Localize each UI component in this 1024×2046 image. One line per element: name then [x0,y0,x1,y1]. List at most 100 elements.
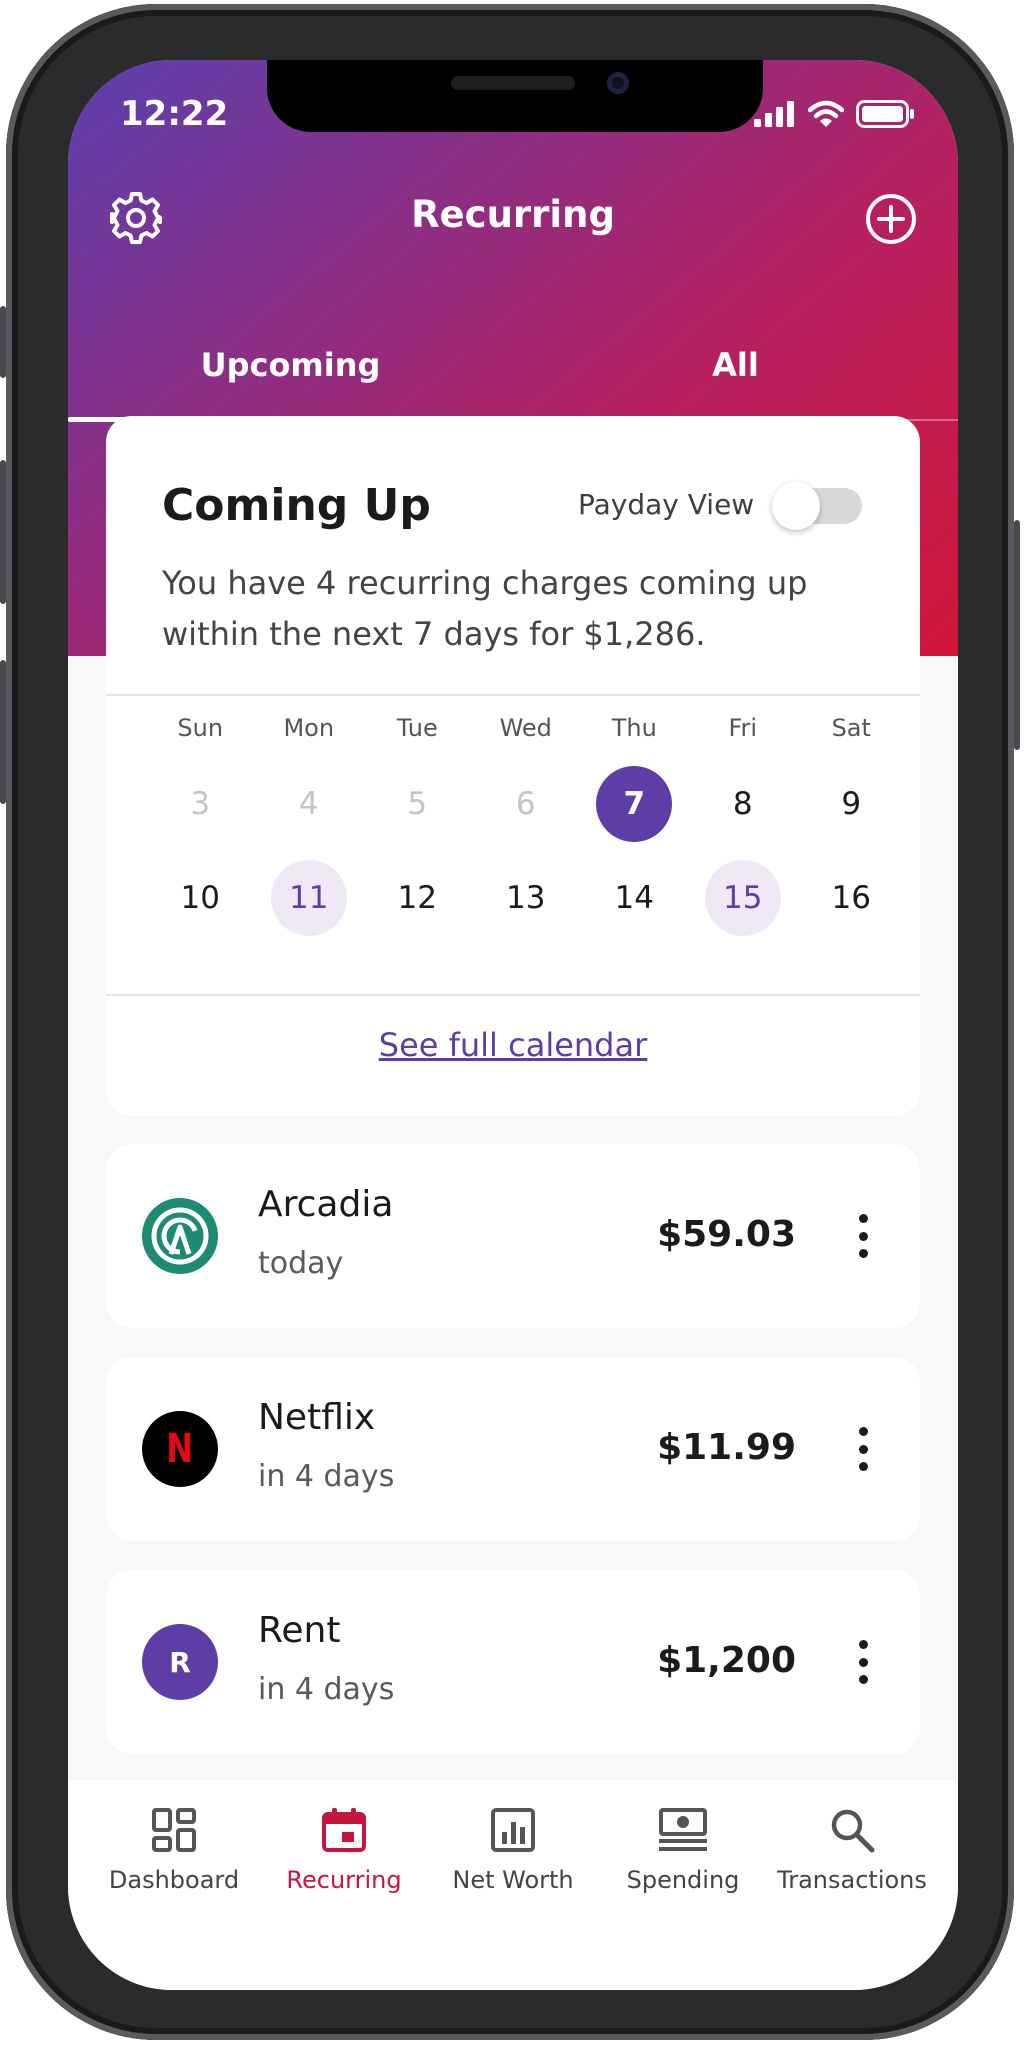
card-divider-bottom [106,994,920,996]
day-number: 13 [506,880,546,916]
initial-avatar-icon: R [142,1624,218,1700]
status-time: 12:22 [120,94,229,134]
bar-chart-icon [491,1808,535,1852]
calendar-day[interactable]: 6 [472,766,581,842]
day-number: 8 [732,786,753,822]
day-number: 15 [704,860,781,936]
speaker [451,76,575,90]
volume-up-button [0,460,6,604]
page-title: Recurring [411,193,615,236]
day-number: 7 [596,766,673,842]
charge-due: today [258,1246,344,1281]
nav-label: Recurring [286,1866,402,1894]
day-number: 16 [831,880,871,916]
weekday-label: Sat [831,714,871,742]
calendar-day[interactable]: 13 [472,860,581,936]
weekday-label: Thu [611,714,657,742]
wifi-icon [808,100,844,127]
add-circle-icon[interactable] [864,192,918,246]
day-number: 9 [841,786,862,822]
notch [267,60,763,132]
calendar-day[interactable]: 3 [146,766,255,842]
day-number: 3 [190,786,211,822]
day-number: 6 [515,786,536,822]
payday-view-toggle[interactable] [772,482,862,530]
calendar-week-row: 3 4 5 6 7 8 9 [146,748,906,842]
day-number: 4 [298,786,319,822]
day-number: 11 [270,860,347,936]
battery-icon [856,100,914,128]
tab-upcoming[interactable]: Upcoming [68,346,513,384]
charge-name: Rent [258,1610,341,1651]
mute-switch [0,306,6,378]
weekday-label: Wed [499,714,552,742]
more-options-icon[interactable] [856,1427,870,1471]
netflix-letter: N [166,1426,194,1472]
calendar-day-today[interactable]: 7 [580,766,689,842]
charge-due: in 4 days [258,1672,395,1707]
nav-label: Transactions [777,1866,927,1894]
coming-up-title: Coming Up [162,480,431,531]
calendar-day[interactable]: 8 [689,766,798,842]
nav-item-transactions[interactable]: Transactions [763,1806,941,1894]
calendar-day[interactable]: 12 [363,860,472,936]
weekday-label: Sun [177,714,224,742]
day-number: 5 [407,786,428,822]
calendar-day[interactable]: 5 [363,766,472,842]
see-full-calendar-link[interactable]: See full calendar [106,1026,920,1064]
nav-item-net-worth[interactable]: Net Worth [424,1806,602,1894]
payday-view-label: Payday View [578,488,755,521]
charge-name: Arcadia [258,1184,394,1225]
app-screen: 12:22 Recurring Upcoming All Coming Up P… [68,60,958,1990]
calendar-day-charge[interactable]: 11 [255,860,364,936]
weekday-label: Mon [283,714,335,742]
nav-item-spending[interactable]: Spending [594,1806,772,1894]
calendar-week-row: 10 11 12 13 14 15 16 [146,842,906,936]
charge-due: in 4 days [258,1459,395,1494]
status-icons [754,100,916,128]
more-options-icon[interactable] [856,1214,870,1258]
weekday-label: Fri [728,714,758,742]
recurring-item-netflix[interactable]: N Netflix in 4 days $11.99 [106,1357,920,1541]
tab-all[interactable]: All [513,346,958,384]
coming-up-card: Coming Up Payday View You have 4 recurri… [106,416,920,1116]
nav-label: Net Worth [452,1866,574,1894]
nav-label: Spending [626,1866,740,1894]
arcadia-logo-icon [142,1198,218,1274]
calendar-day[interactable]: 10 [146,860,255,936]
calendar-day-charge[interactable]: 15 [689,860,798,936]
weekday-header-row: Sun Mon Tue Wed Thu Fri Sat [146,708,906,748]
calendar-day[interactable]: 14 [580,860,689,936]
power-button [1014,520,1020,750]
calendar-day[interactable]: 9 [797,766,906,842]
coming-up-description: You have 4 recurring charges coming up w… [162,564,808,653]
nav-item-dashboard[interactable]: Dashboard [85,1806,263,1894]
recurring-item-arcadia[interactable]: Arcadia today $59.03 [106,1144,920,1328]
calendar-icon [322,1808,366,1852]
week-calendar: Sun Mon Tue Wed Thu Fri Sat 3 4 5 6 7 8 … [146,708,906,936]
bottom-navigation: Dashboard Recurring Net Worth Spending T… [68,1780,958,1990]
weekday-label: Tue [396,714,438,742]
avatar-letter: R [169,1645,191,1679]
volume-down-button [0,660,6,804]
front-camera [607,72,629,94]
signal-icon [754,101,794,127]
banknote-icon [659,1808,707,1851]
nav-item-recurring[interactable]: Recurring [255,1806,433,1894]
recurring-item-rent[interactable]: R Rent in 4 days $1,200 [106,1570,920,1754]
charge-amount: $11.99 [657,1427,796,1468]
toggle-knob [772,482,820,530]
calendar-day[interactable]: 16 [797,860,906,936]
search-icon [831,1809,875,1853]
dashboard-icon [152,1808,196,1852]
charge-amount: $1,200 [657,1640,796,1681]
calendar-day[interactable]: 4 [255,766,364,842]
day-number: 14 [614,880,654,916]
more-options-icon[interactable] [856,1640,870,1684]
charge-amount: $59.03 [657,1214,796,1255]
tab-bar: Upcoming All [68,332,958,422]
netflix-logo-icon: N [142,1411,218,1487]
charge-name: Netflix [258,1397,376,1438]
nav-label: Dashboard [108,1866,240,1894]
card-divider-top [106,694,920,696]
